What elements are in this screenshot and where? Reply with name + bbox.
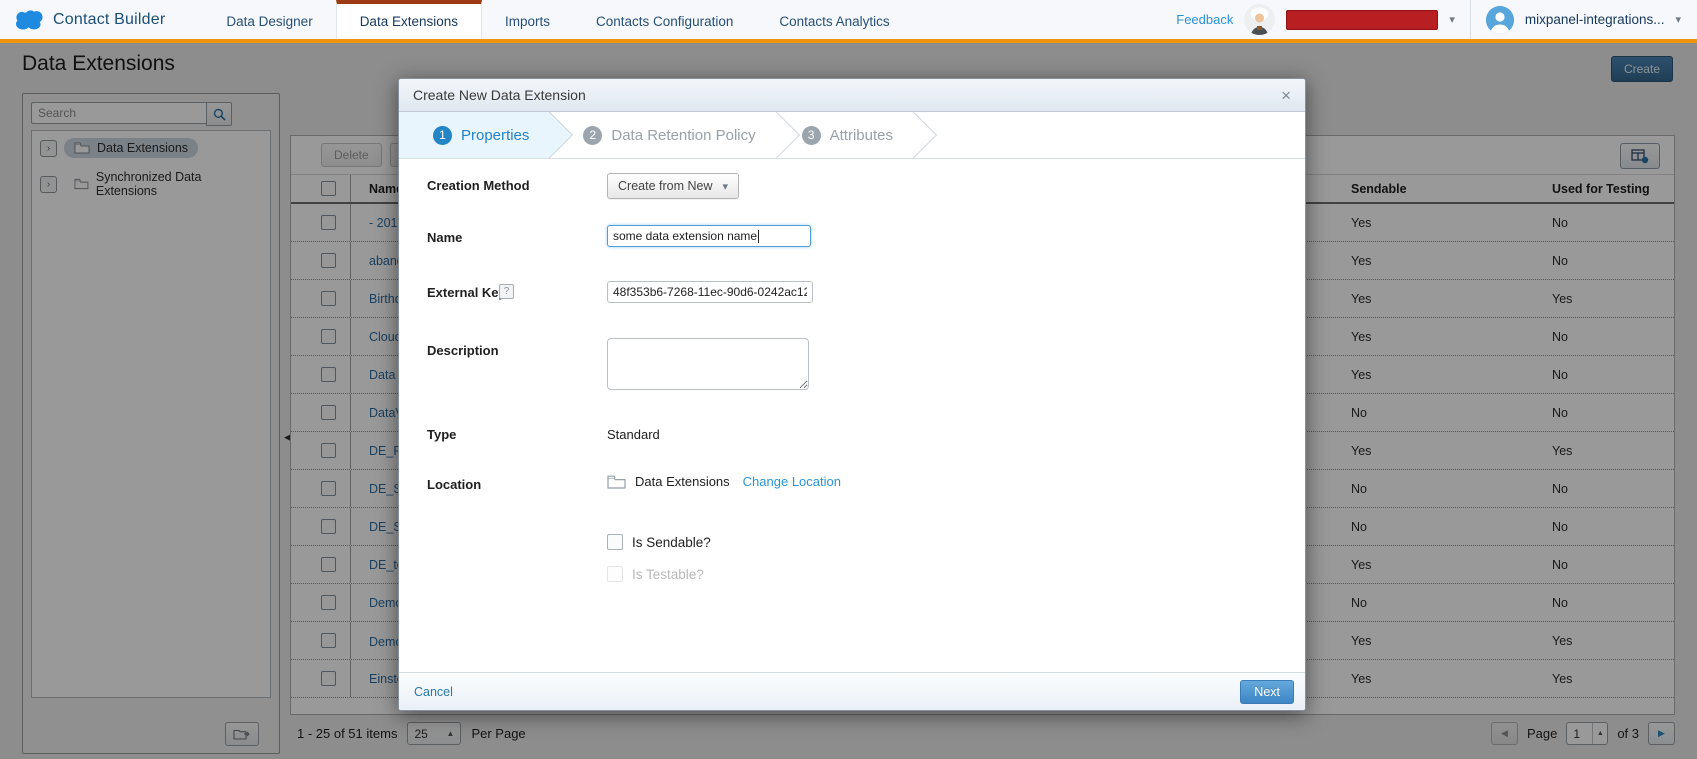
account-name[interactable]: mixpanel-integrations... [1525, 12, 1665, 27]
location-value: Data Extensions [635, 474, 730, 489]
location-label: Location [427, 477, 481, 492]
step-number-badge: 2 [583, 126, 602, 145]
account-chevron-down-icon[interactable]: ▾ [1675, 13, 1681, 26]
name-input[interactable]: some data extension name [607, 225, 811, 247]
nav-tab-data-extensions[interactable]: Data Extensions [336, 0, 482, 39]
location-row: Data Extensions Change Location [607, 474, 841, 489]
modal-title: Create New Data Extension [413, 87, 586, 103]
redacted-org-selector[interactable] [1286, 10, 1438, 30]
folder-icon [607, 475, 626, 489]
change-location-link[interactable]: Change Location [743, 474, 841, 489]
next-button[interactable]: Next [1240, 680, 1294, 704]
external-key-label: External Key [427, 285, 506, 300]
nav-tab-imports[interactable]: Imports [482, 0, 573, 39]
nav-right: Feedback ▾ mixpanel-in [1176, 0, 1697, 39]
contact-builder-app: Contact Builder Data Designer Data Exten… [0, 0, 1697, 759]
text-cursor [758, 230, 759, 243]
top-nav: Contact Builder Data Designer Data Exten… [0, 0, 1697, 43]
help-icon[interactable]: ? [499, 284, 514, 299]
type-label: Type [427, 427, 456, 442]
modal-header: Create New Data Extension × [399, 79, 1305, 112]
wizard-step-data-retention-policy[interactable]: 2 Data Retention Policy [549, 112, 775, 158]
create-data-extension-modal: Create New Data Extension × 1 Properties… [398, 78, 1306, 711]
name-label: Name [427, 230, 462, 245]
description-textarea[interactable] [607, 338, 809, 390]
chevron-down-icon: ▾ [722, 180, 728, 193]
is-testable-checkbox [607, 566, 623, 582]
wizard-step-properties[interactable]: 1 Properties [399, 112, 549, 158]
step-number-badge: 3 [802, 126, 821, 145]
brand: Contact Builder [0, 0, 203, 39]
salesforce-cloud-icon [14, 9, 44, 30]
creation-method-label: Creation Method [427, 178, 530, 193]
nav-tabs: Data Designer Data Extensions Imports Co… [203, 0, 912, 39]
is-sendable-row: Is Sendable? [607, 534, 711, 550]
nav-tab-contacts-analytics[interactable]: Contacts Analytics [756, 0, 912, 39]
step-number-badge: 1 [433, 126, 452, 145]
chevron-down-icon[interactable]: ▾ [1449, 13, 1455, 26]
is-testable-row: Is Testable? [607, 566, 704, 582]
nav-tab-contacts-configuration[interactable]: Contacts Configuration [573, 0, 756, 39]
type-value: Standard [607, 427, 660, 442]
creation-method-dropdown[interactable]: Create from New ▾ [607, 173, 739, 199]
cancel-button[interactable]: Cancel [414, 685, 453, 699]
nav-tab-data-designer[interactable]: Data Designer [203, 0, 335, 39]
is-sendable-checkbox[interactable] [607, 534, 623, 550]
properties-form: Creation Method Create from New ▾ Name s… [399, 159, 1305, 674]
app-title: Contact Builder [53, 11, 165, 29]
einstein-avatar[interactable] [1244, 4, 1275, 35]
description-label: Description [427, 343, 499, 358]
close-icon[interactable]: × [1281, 87, 1291, 104]
modal-footer: Cancel Next [399, 672, 1305, 710]
nav-divider [1470, 0, 1471, 39]
wizard-steps: 1 Properties 2 Data Retention Policy 3 A… [399, 112, 1305, 159]
user-avatar[interactable] [1486, 6, 1514, 34]
external-key-input[interactable] [607, 281, 813, 303]
feedback-link[interactable]: Feedback [1176, 12, 1233, 27]
